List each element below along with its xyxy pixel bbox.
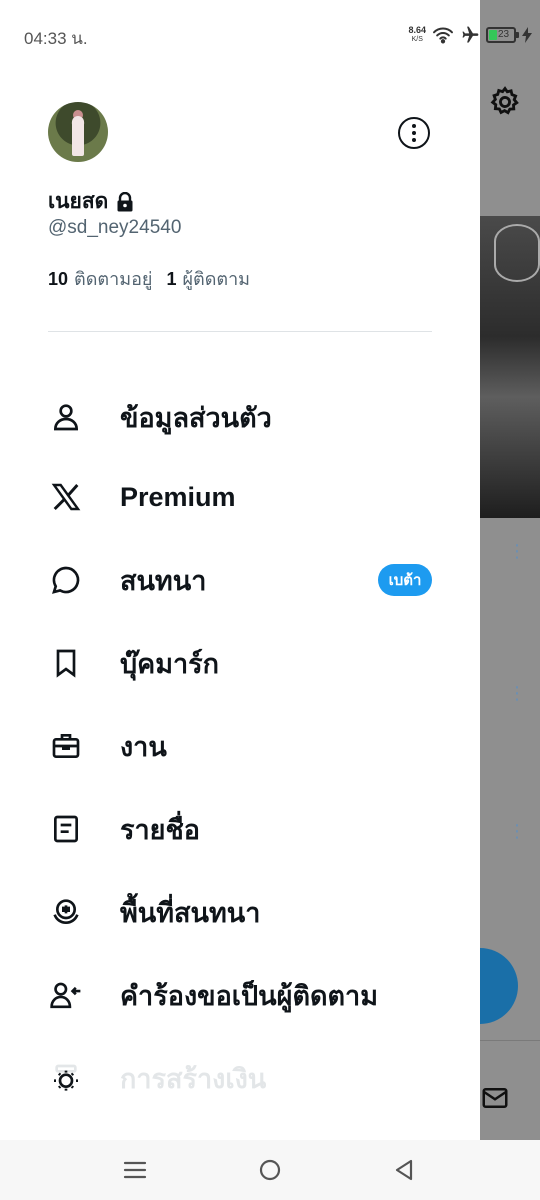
menu-item-profile[interactable]: ข้อมูลส่วนตัว bbox=[0, 382, 480, 452]
net-speed-value: 8.64 bbox=[408, 25, 426, 35]
more-dots-icon: ⋮ bbox=[508, 683, 526, 703]
following-count: 10 bbox=[48, 269, 69, 289]
net-speed-unit: K/S bbox=[411, 36, 423, 43]
profile-handle: @sd_ney24540 bbox=[48, 217, 182, 238]
followers-label: ผู้ติดตาม bbox=[182, 269, 251, 289]
menu-item-label: พื้นที่สนทนา bbox=[120, 897, 261, 928]
battery-icon: 23 bbox=[486, 27, 519, 43]
monetization-icon bbox=[48, 1060, 84, 1096]
list-icon bbox=[48, 811, 84, 847]
dot bbox=[412, 124, 416, 128]
status-time: 04:33 น. bbox=[24, 29, 88, 48]
navigation-drawer: เนยสด @sd_ney24540 10 ติดตามอยู่ 1 ผู้ติดต… bbox=[0, 0, 480, 1140]
profile-display-name[interactable]: เนยสด bbox=[48, 185, 134, 218]
system-nav-bar bbox=[0, 1140, 540, 1200]
more-options-button[interactable] bbox=[398, 117, 430, 149]
menu-item-spaces[interactable]: พื้นที่สนทนา bbox=[0, 877, 480, 947]
background-header bbox=[480, 60, 540, 215]
battery-level: 23 bbox=[498, 29, 510, 40]
status-bar: 04:33 น. 8.64 K/S 23 bbox=[0, 0, 540, 60]
menu-item-label: รายชื่อ bbox=[120, 814, 201, 845]
person-icon bbox=[48, 399, 84, 435]
display-name-text: เนยสด bbox=[48, 190, 109, 213]
status-icons: 8.64 K/S 23 bbox=[408, 22, 532, 48]
menu-item-label: สนทนา bbox=[120, 565, 207, 596]
lock-icon bbox=[117, 191, 133, 211]
menu-item-label: ข้อมูลส่วนตัว bbox=[120, 402, 272, 433]
dot bbox=[412, 131, 416, 135]
more-dots-icon: ⋮ bbox=[508, 541, 526, 561]
background-banner-image bbox=[480, 216, 540, 518]
background-app-overlay[interactable]: ⋮ ⋮ ⋮ bbox=[480, 0, 540, 1200]
compose-fab bbox=[480, 948, 518, 1024]
mail-icon bbox=[482, 1088, 508, 1108]
x-logo-icon bbox=[48, 479, 84, 515]
briefcase-icon bbox=[48, 728, 84, 764]
dot bbox=[412, 138, 416, 142]
menu-item-bookmarks[interactable]: บุ๊คมาร์ก bbox=[0, 628, 480, 698]
chat-bubble-icon bbox=[48, 562, 84, 598]
menu-item-label: งาน bbox=[120, 731, 167, 762]
network-speed: 8.64 K/S bbox=[408, 25, 426, 45]
avatar-figure bbox=[72, 116, 84, 156]
following-link[interactable]: 10 ติดตามอยู่ bbox=[48, 264, 152, 293]
menu-item-label: Premium bbox=[120, 481, 236, 512]
battery-fill bbox=[489, 30, 497, 40]
menu-item-label: บุ๊คมาร์ก bbox=[120, 648, 220, 679]
followers-count: 1 bbox=[166, 269, 177, 289]
spaces-icon bbox=[48, 894, 84, 930]
avatar[interactable] bbox=[48, 102, 108, 162]
more-dots-icon: ⋮ bbox=[508, 821, 526, 841]
home-icon[interactable] bbox=[257, 1157, 283, 1183]
menu-item-label: คำร้องขอเป็นผู้ติดตาม bbox=[120, 980, 379, 1011]
followers-link[interactable]: 1 ผู้ติดตาม bbox=[166, 264, 250, 293]
menu-item-monetization[interactable]: การสร้างเงิน bbox=[0, 1043, 480, 1113]
menu-item-lists[interactable]: รายชื่อ bbox=[0, 794, 480, 864]
follow-request-icon bbox=[48, 977, 84, 1013]
recents-icon[interactable] bbox=[122, 1157, 148, 1183]
menu-item-label: การสร้างเงิน bbox=[120, 1063, 267, 1094]
airplane-icon bbox=[462, 26, 479, 43]
gear-icon bbox=[490, 86, 519, 115]
follow-stats: 10 ติดตามอยู่ 1 ผู้ติดตาม bbox=[48, 264, 250, 293]
menu-item-chat[interactable]: สนทนา เบต้า bbox=[0, 545, 480, 615]
divider bbox=[48, 331, 432, 332]
following-label: ติดตามอยู่ bbox=[74, 269, 153, 289]
menu-item-jobs[interactable]: งาน bbox=[0, 711, 480, 781]
beta-badge: เบต้า bbox=[378, 564, 432, 596]
menu-item-follow-requests[interactable]: คำร้องขอเป็นผู้ติดตาม bbox=[0, 960, 480, 1030]
back-icon[interactable] bbox=[392, 1157, 418, 1183]
wifi-icon bbox=[433, 27, 453, 44]
banner-logo bbox=[494, 224, 540, 282]
charging-bolt-icon bbox=[522, 27, 532, 43]
menu-item-premium[interactable]: Premium bbox=[0, 462, 480, 532]
bookmark-icon bbox=[48, 645, 84, 681]
